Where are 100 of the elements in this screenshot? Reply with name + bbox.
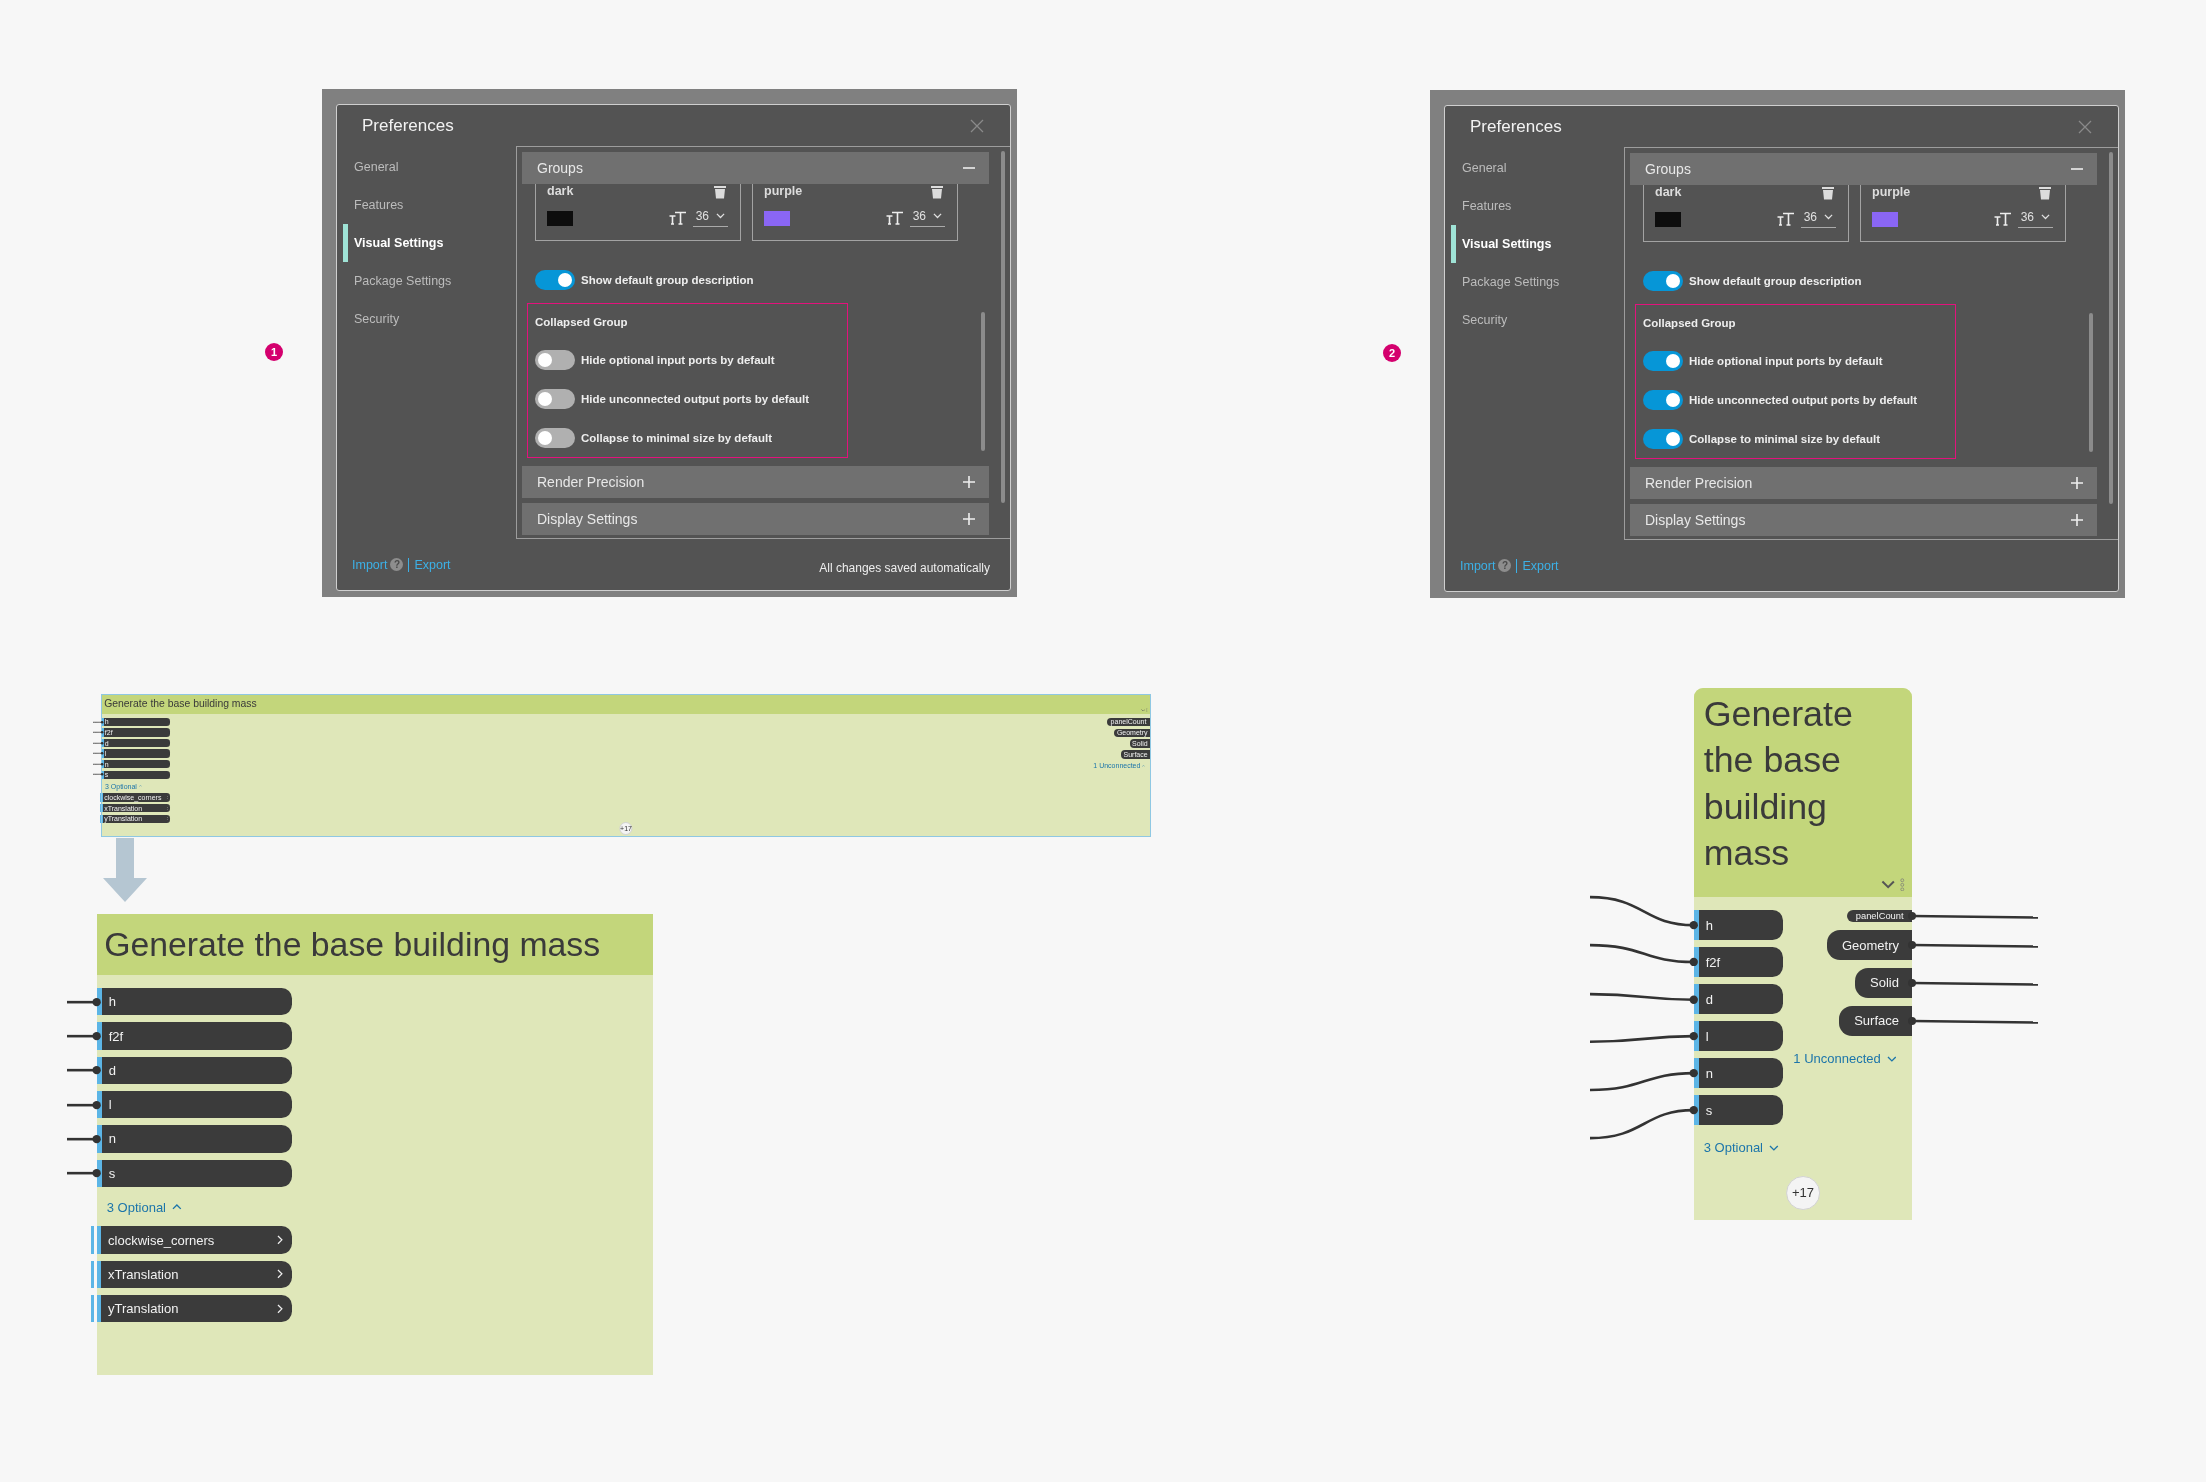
nav-item[interactable]: Features	[1451, 187, 1601, 225]
font-size-icon	[668, 211, 687, 225]
group-title: Generate the base building mass	[104, 698, 257, 711]
dialog-title: Preferences	[1470, 116, 1562, 137]
input-port[interactable]: l	[1694, 1021, 1784, 1052]
input-port[interactable]: s	[97, 1159, 292, 1187]
trash-icon	[714, 185, 726, 199]
toggle-switch[interactable]	[1643, 351, 1683, 371]
toggle-label: Hide unconnected output ports by default	[1689, 394, 1918, 406]
style-name: purple	[764, 184, 803, 199]
plus-icon	[2071, 477, 2083, 489]
chevron-up-icon	[1142, 764, 1146, 767]
section-header[interactable]: Render Precision	[522, 466, 989, 498]
style-name: dark	[1655, 185, 1682, 200]
input-port[interactable]: s	[1694, 1095, 1784, 1126]
subsection-title: Collapsed Group	[535, 315, 628, 330]
input-port[interactable]: f2f	[97, 1022, 292, 1050]
section-header[interactable]: Groups	[1630, 153, 2097, 185]
trash-icon	[1822, 186, 1834, 200]
section-header[interactable]: Render Precision	[1630, 467, 2097, 499]
section-header[interactable]: Display Settings	[522, 503, 989, 535]
size-dropdown[interactable]: 36	[909, 209, 945, 227]
step-badge: 1	[265, 343, 283, 361]
input-port[interactable]: n	[1694, 1058, 1784, 1089]
style-name: dark	[547, 184, 574, 199]
step-badge: 2	[1383, 344, 1401, 362]
output-port[interactable]: Solid	[1855, 967, 1912, 998]
chevron-down-icon	[716, 213, 725, 219]
status-text: All changes saved automatically	[819, 560, 990, 575]
toggle-switch[interactable]	[535, 428, 575, 448]
color-swatch[interactable]	[1872, 211, 1898, 227]
nav-item[interactable]: Security	[343, 300, 493, 338]
group-title: Generate the base building mass	[1703, 692, 1854, 875]
input-port[interactable]: d	[97, 1056, 292, 1084]
toggle-label: Hide optional input ports by default	[1689, 355, 1883, 367]
toggle-label: Hide optional input ports by default	[581, 354, 775, 366]
optional-input-port[interactable]: clockwise_corners	[91, 1226, 292, 1254]
color-swatch[interactable]	[1655, 211, 1681, 227]
output-port[interactable]: panelCount	[1847, 910, 1912, 923]
toggle-label: Hide unconnected output ports by default	[581, 393, 810, 405]
plus-icon	[963, 513, 975, 525]
nav-item[interactable]: Features	[343, 186, 493, 224]
nav-item[interactable]: Visual Settings	[343, 224, 493, 262]
toggle-label: Collapse to minimal size by default	[1689, 433, 1881, 445]
input-port[interactable]: h	[97, 988, 292, 1016]
toggle-switch[interactable]	[1643, 390, 1683, 410]
subsection-title: Collapsed Group	[1643, 316, 1736, 331]
dialog-title: Preferences	[362, 115, 454, 136]
toggle-label: Show default group description	[581, 274, 754, 286]
optional-input-port[interactable]: yTranslation	[91, 1295, 292, 1323]
trash-icon	[2039, 186, 2051, 200]
plus-icon	[2071, 514, 2083, 526]
color-swatch[interactable]	[547, 210, 573, 226]
font-size-icon	[885, 211, 904, 225]
style-name: purple	[1872, 185, 1911, 200]
toggle-switch[interactable]	[535, 389, 575, 409]
output-port[interactable]: Surface	[1839, 1005, 1912, 1036]
input-port[interactable]: h	[1694, 910, 1784, 941]
chevron-down-icon	[1824, 214, 1833, 220]
plus-icon	[963, 476, 975, 488]
toggle-switch[interactable]	[1643, 429, 1683, 449]
hidden-count-badge[interactable]: +17	[1786, 1175, 1820, 1210]
toggle-label: Collapse to minimal size by default	[581, 432, 773, 444]
chevron-down-icon	[1768, 1144, 1779, 1151]
chevron-down-icon	[1886, 1055, 1897, 1062]
input-port[interactable]: d	[1694, 984, 1784, 1015]
unconnected-toggle[interactable]: 1 Unconnected	[1793, 1051, 1912, 1067]
input-port[interactable]: l	[97, 1091, 292, 1119]
trash-icon	[931, 185, 943, 199]
nav-item[interactable]: Package Settings	[343, 262, 493, 300]
chevron-down-icon[interactable]	[1881, 880, 1896, 889]
toggle-switch[interactable]	[535, 270, 575, 290]
nav-item[interactable]: Security	[1451, 301, 1601, 339]
toggle-label: Show default group description	[1689, 275, 1862, 287]
section-header[interactable]: Groups	[522, 152, 989, 184]
down-arrow	[103, 838, 147, 902]
size-dropdown[interactable]: 36	[692, 209, 728, 227]
optional-input-port[interactable]: xTranslation	[91, 1260, 292, 1288]
chevron-down-icon	[933, 213, 942, 219]
input-port[interactable]: n	[97, 1125, 292, 1153]
optional-toggle[interactable]: 3 Optional	[97, 1199, 182, 1215]
toggle-switch[interactable]	[1643, 271, 1683, 291]
section-header[interactable]: Display Settings	[1630, 504, 2097, 536]
font-size-icon	[1776, 212, 1795, 226]
color-swatch[interactable]	[764, 210, 790, 226]
font-size-icon	[1993, 212, 2012, 226]
toggle-switch[interactable]	[535, 350, 575, 370]
nav-item[interactable]: Package Settings	[1451, 263, 1601, 301]
nav-item[interactable]: General	[1451, 149, 1601, 187]
input-port[interactable]: f2f	[1694, 947, 1784, 978]
nav-item[interactable]: Visual Settings	[1451, 225, 1601, 263]
size-dropdown[interactable]: 36	[1800, 210, 1836, 228]
optional-toggle[interactable]: 3 Optional	[1694, 1140, 1779, 1156]
chevron-down-icon	[2041, 214, 2050, 220]
output-port[interactable]: Geometry	[1827, 930, 1912, 961]
size-dropdown[interactable]: 36	[2017, 210, 2053, 228]
group-title: Generate the base building mass	[104, 924, 601, 965]
chevron-up-icon	[138, 785, 142, 788]
nav-item[interactable]: General	[343, 148, 493, 186]
chevron-up-icon	[171, 1204, 182, 1211]
